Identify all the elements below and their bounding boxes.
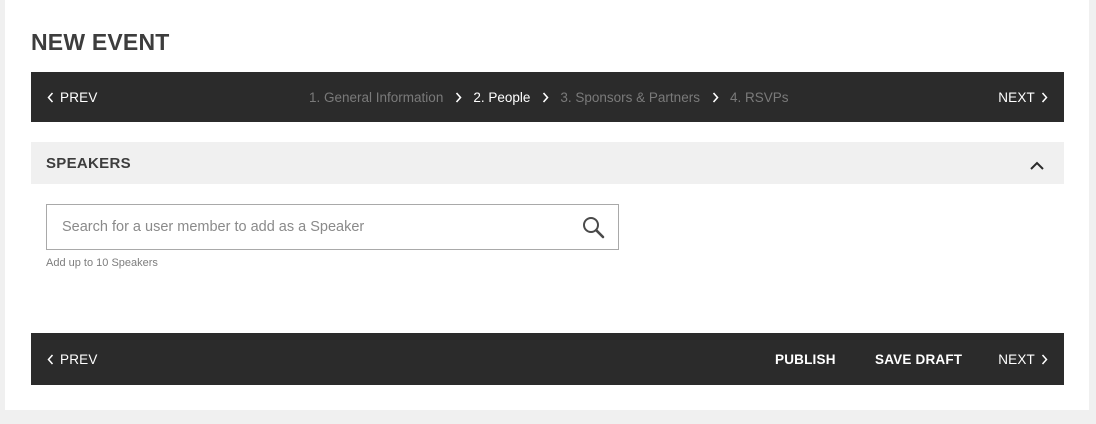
footer-next-label: NEXT xyxy=(998,351,1035,367)
section-title: SPEAKERS xyxy=(46,154,131,172)
footer-prev-label: PREV xyxy=(60,351,98,367)
chevron-right-icon xyxy=(712,91,719,103)
chevron-up-icon[interactable] xyxy=(1030,157,1044,175)
chevron-right-icon xyxy=(455,91,462,103)
speakers-section-header[interactable]: SPEAKERS xyxy=(31,142,1064,184)
wizard-nav-bar: PREV 1. General Information 2. People 3.… xyxy=(31,72,1064,122)
event-form-card: NEW EVENT PREV 1. General Information 2.… xyxy=(5,0,1089,410)
chevron-left-icon xyxy=(47,354,54,365)
footer-next-button[interactable]: NEXT xyxy=(998,352,1048,367)
page-title: NEW EVENT xyxy=(31,29,170,55)
step-people[interactable]: 2. People xyxy=(473,90,530,105)
wizard-steps: 1. General Information 2. People 3. Spon… xyxy=(309,90,788,105)
next-button[interactable]: NEXT xyxy=(998,90,1048,105)
chevron-left-icon xyxy=(47,92,54,103)
speaker-search-input[interactable] xyxy=(47,205,567,249)
footer-prev-button[interactable]: PREV xyxy=(47,352,98,367)
footer-action-bar: PREV PUBLISH SAVE DRAFT NEXT xyxy=(31,333,1064,385)
step-general-information[interactable]: 1. General Information xyxy=(309,90,443,105)
chevron-right-icon xyxy=(1041,354,1048,365)
step-rsvps[interactable]: 4. RSVPs xyxy=(730,90,789,105)
search-icon[interactable] xyxy=(582,216,605,244)
publish-button[interactable]: PUBLISH xyxy=(775,352,836,367)
chevron-right-icon xyxy=(542,91,549,103)
prev-label: PREV xyxy=(60,89,98,105)
save-draft-button[interactable]: SAVE DRAFT xyxy=(875,352,962,367)
next-label: NEXT xyxy=(998,89,1035,105)
speaker-limit-helper: Add up to 10 Speakers xyxy=(46,257,158,269)
speaker-search-box xyxy=(46,204,619,250)
chevron-right-icon xyxy=(1041,92,1048,103)
prev-button[interactable]: PREV xyxy=(47,90,98,105)
step-sponsors-partners[interactable]: 3. Sponsors & Partners xyxy=(560,90,700,105)
